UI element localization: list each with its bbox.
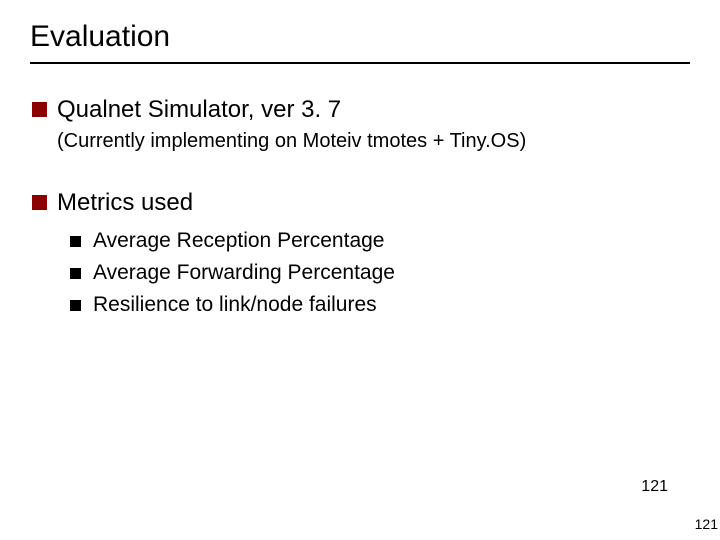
slide: Evaluation Qualnet Simulator, ver 3. 7 (…: [0, 0, 720, 540]
list-item: Average Reception Percentage: [70, 229, 690, 253]
bullet-group-2: Metrics used Average Reception Percentag…: [30, 189, 690, 317]
bullet-subtext: (Currently implementing on Moteiv tmotes…: [57, 130, 690, 153]
square-bullet-icon: [32, 102, 47, 117]
list-item: Qualnet Simulator, ver 3. 7: [32, 96, 690, 124]
list-item: Metrics used: [32, 189, 690, 217]
page-title: Evaluation: [30, 20, 690, 54]
list-item: Average Forwarding Percentage: [70, 261, 690, 285]
page-number-inner: 121: [641, 478, 668, 496]
bullet-text: Average Reception Percentage: [93, 229, 384, 253]
page-number-outer: 121: [695, 516, 718, 532]
bullet-text: Average Forwarding Percentage: [93, 261, 395, 285]
bullet-group-1: Qualnet Simulator, ver 3. 7 (Currently i…: [30, 96, 690, 153]
square-bullet-icon: [32, 195, 47, 210]
title-rule: [30, 62, 690, 64]
bullet-text: Resilience to link/node failures: [93, 293, 377, 317]
bullet-text: Qualnet Simulator, ver 3. 7: [57, 96, 341, 124]
square-bullet-icon: [70, 300, 81, 311]
list-item: Resilience to link/node failures: [70, 293, 690, 317]
square-bullet-icon: [70, 236, 81, 247]
square-bullet-icon: [70, 268, 81, 279]
bullet-text: Metrics used: [57, 189, 193, 217]
